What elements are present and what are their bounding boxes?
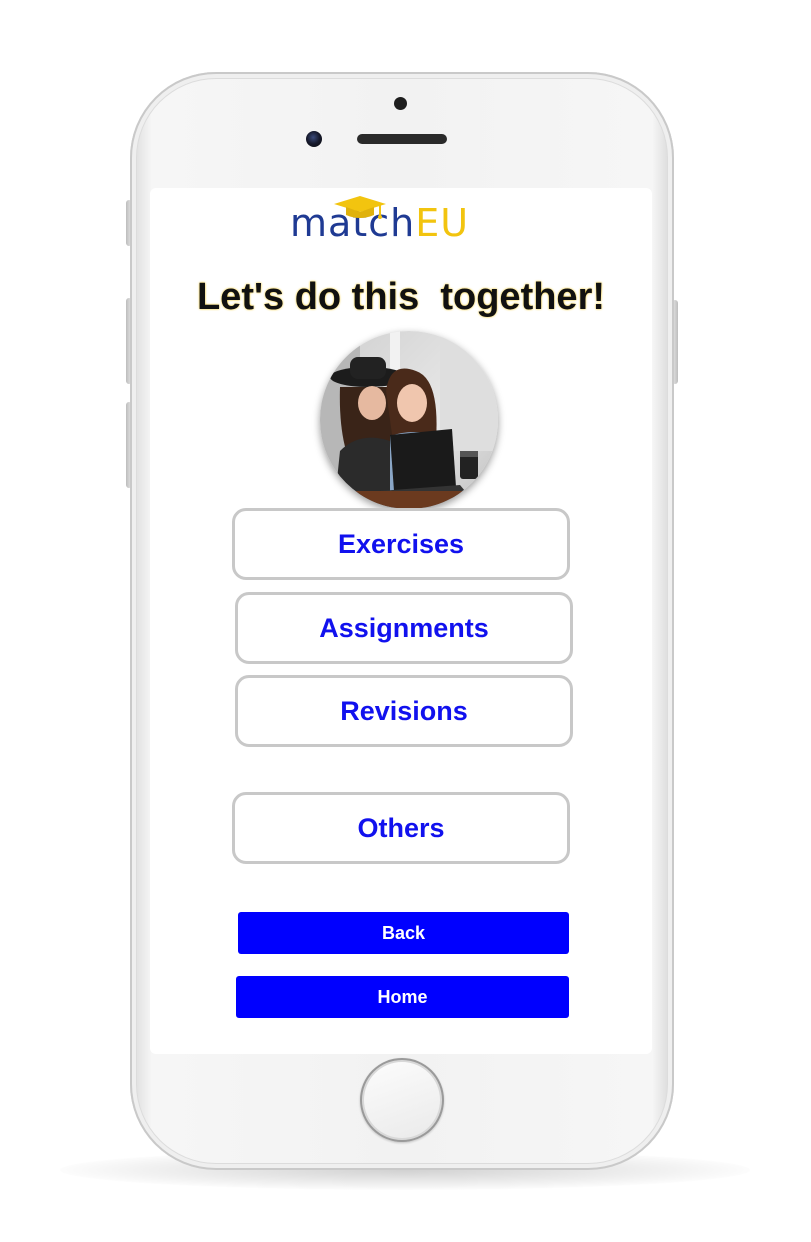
front-sensor bbox=[394, 97, 407, 110]
home-button-label: Home bbox=[377, 986, 428, 1007]
exercises-button-label: Exercises bbox=[337, 528, 465, 559]
front-camera-icon bbox=[306, 131, 322, 147]
home-button[interactable]: Home bbox=[236, 976, 569, 1018]
stage: matchEU Let's do this together! Exercise… bbox=[0, 0, 811, 1242]
students-photo bbox=[320, 331, 498, 509]
phone-home-button[interactable] bbox=[360, 1058, 444, 1142]
students-photo-image bbox=[320, 331, 498, 509]
earpiece-speaker bbox=[357, 134, 447, 144]
exercises-button[interactable]: Exercises bbox=[232, 508, 570, 580]
graduation-cap-icon bbox=[334, 196, 386, 219]
logo-text-eu: EU bbox=[415, 201, 470, 245]
revisions-button[interactable]: Revisions bbox=[235, 675, 573, 747]
back-button[interactable]: Back bbox=[238, 912, 569, 954]
revisions-button-label: Revisions bbox=[340, 695, 468, 726]
back-button-label: Back bbox=[381, 922, 426, 943]
app-screen: matchEU Let's do this together! Exercise… bbox=[150, 188, 652, 1054]
others-button-label: Others bbox=[357, 812, 445, 843]
assignments-button-label: Assignments bbox=[319, 612, 489, 643]
others-button[interactable]: Others bbox=[232, 792, 570, 864]
page-title: Let's do this together! bbox=[196, 276, 606, 318]
assignments-button[interactable]: Assignments bbox=[235, 592, 573, 664]
matcheu-logo: matchEU bbox=[290, 196, 540, 245]
